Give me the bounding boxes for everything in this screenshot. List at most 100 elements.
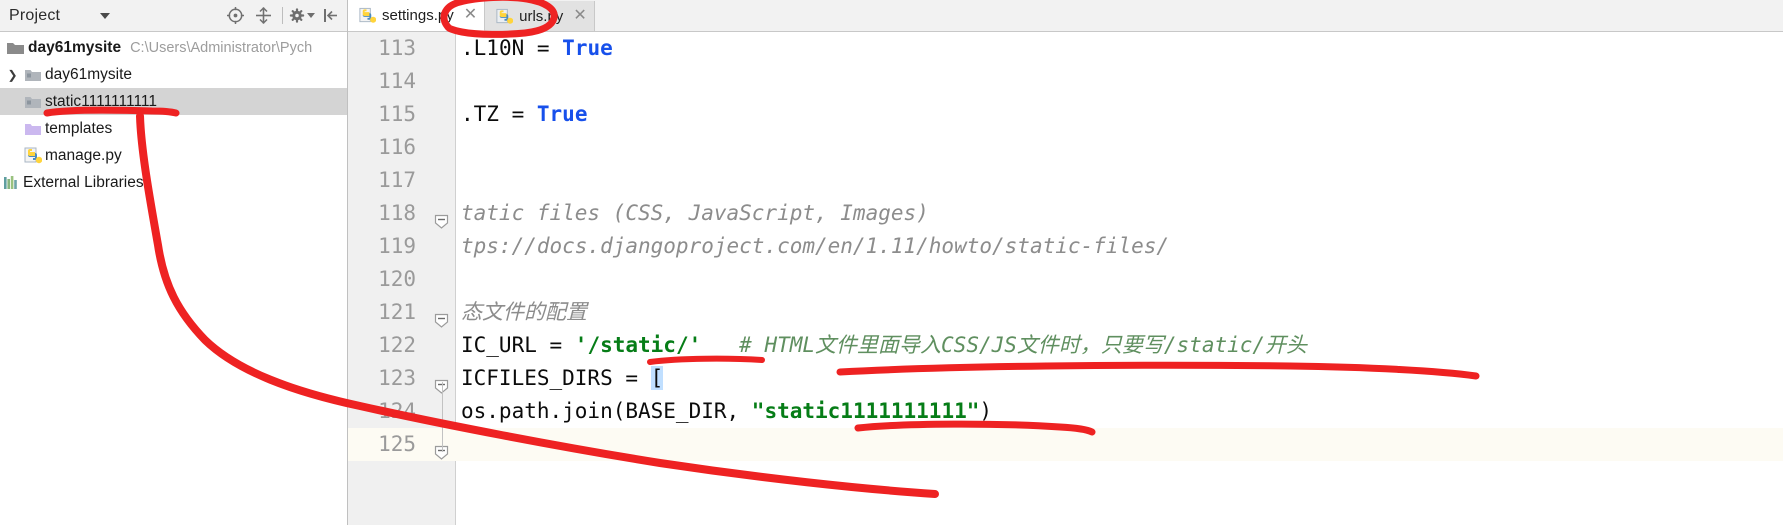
code-token: '/static/' bbox=[574, 333, 702, 357]
code-line[interactable]: 113 .L10N = True bbox=[348, 32, 1783, 65]
hide-panel-icon[interactable] bbox=[317, 3, 343, 29]
tree-row[interactable]: static1111111111 bbox=[0, 88, 347, 115]
tab-label: urls.py bbox=[519, 7, 564, 25]
line-number: 117 bbox=[378, 168, 416, 192]
fold-collapse-icon[interactable] bbox=[434, 206, 449, 229]
project-tree: day61mysite C:\Users\Administrator\Pych … bbox=[0, 32, 347, 196]
code-line[interactable]: 119 tps://docs.djangoproject.com/en/1.11/… bbox=[348, 230, 1783, 263]
line-number: 120 bbox=[378, 267, 416, 291]
tree-item-label: day61mysite bbox=[45, 65, 133, 83]
code-line[interactable]: 114 bbox=[348, 65, 1783, 98]
tree-item-path: C:\Users\Administrator\Pych bbox=[130, 39, 313, 56]
code-token: tatic files (CSS, JavaScript, Images) bbox=[461, 201, 929, 225]
code-token: = bbox=[536, 36, 563, 60]
code-line[interactable]: 125 bbox=[348, 428, 1783, 461]
code-token: # HTML文件里面导入CSS/JS文件时，只要写/static/开头 bbox=[739, 333, 1308, 357]
code-token: True bbox=[536, 102, 588, 126]
folder-module-icon bbox=[21, 67, 43, 83]
line-number: 122 bbox=[378, 333, 416, 357]
tab-settings-py[interactable]: settings.py ✕ bbox=[348, 0, 486, 31]
code-text: .TZ = True bbox=[461, 98, 587, 131]
code-text: os.path.join(BASE_DIR, "static1111111111… bbox=[461, 395, 992, 428]
code-editor[interactable]: 113 .L10N = True 114 115 .TZ = True 116 117 118… bbox=[348, 32, 1783, 525]
code-token: TZ bbox=[473, 102, 512, 126]
tree-row[interactable]: ❯ day61mysite bbox=[0, 61, 347, 88]
fold-guide-line bbox=[442, 382, 443, 452]
code-token: tps://docs.djangoproject.com/en/1.11/how… bbox=[461, 234, 1170, 258]
code-line[interactable]: 123 ICFILES_DIRS = [ bbox=[348, 362, 1783, 395]
code-token: . bbox=[461, 36, 474, 60]
project-panel-title: Project bbox=[9, 6, 61, 24]
settings-gear-icon[interactable] bbox=[289, 3, 315, 29]
python-file-icon bbox=[357, 7, 377, 24]
line-number: 125 bbox=[378, 432, 416, 456]
code-line[interactable]: 117 bbox=[348, 164, 1783, 197]
external-libraries-icon bbox=[2, 175, 21, 191]
tab-label: settings.py bbox=[382, 6, 454, 24]
tree-row[interactable]: templates bbox=[0, 115, 347, 142]
code-text: 态文件的配置 bbox=[461, 296, 587, 329]
toolbar-separator bbox=[282, 7, 283, 24]
folder-module-icon bbox=[21, 94, 43, 110]
code-line[interactable]: 124 os.path.join(BASE_DIR, "static1111111… bbox=[348, 395, 1783, 428]
collapse-all-icon[interactable] bbox=[250, 3, 276, 29]
code-line[interactable]: 118 tatic files (CSS, JavaScript, Images) bbox=[348, 197, 1783, 230]
locate-target-icon[interactable] bbox=[222, 3, 248, 29]
tree-item-label: templates bbox=[45, 119, 113, 137]
code-token: os.path.join(BASE_DIR, bbox=[461, 399, 752, 423]
folder-root-icon bbox=[4, 40, 26, 56]
tree-item-label: External Libraries bbox=[23, 173, 144, 191]
python-file-icon bbox=[494, 8, 514, 25]
code-lines: 113 .L10N = True 114 115 .TZ = True 116 117 118… bbox=[348, 32, 1783, 461]
project-toolbar-icons bbox=[222, 0, 343, 31]
code-line[interactable]: 122 IC_URL = '/static/' # HTML文件里面导入CSS/J… bbox=[348, 329, 1783, 362]
folder-templates-icon bbox=[21, 121, 43, 137]
code-token: L10N bbox=[473, 36, 537, 60]
project-view-chevron-down-icon[interactable] bbox=[100, 12, 111, 19]
code-token: IC_URL = bbox=[461, 333, 575, 357]
code-token: True bbox=[562, 36, 613, 60]
fold-collapse-icon[interactable] bbox=[434, 305, 449, 328]
code-token: ICFILES_DIRS = bbox=[461, 366, 651, 390]
code-text: tatic files (CSS, JavaScript, Images) bbox=[461, 197, 929, 230]
tree-row[interactable]: day61mysite C:\Users\Administrator\Pych bbox=[0, 34, 347, 61]
line-number: 114 bbox=[378, 69, 416, 93]
close-icon[interactable]: ✕ bbox=[573, 8, 586, 24]
code-line[interactable]: 115 .TZ = True bbox=[348, 98, 1783, 131]
code-token: [ bbox=[650, 366, 664, 390]
code-token: "static1111111111" bbox=[751, 399, 980, 423]
code-text: IC_URL = '/static/' # HTML文件里面导入CSS/JS文件… bbox=[461, 329, 1307, 362]
code-text: .L10N = True bbox=[461, 32, 613, 65]
line-number: 116 bbox=[378, 135, 416, 159]
tree-row[interactable]: External Libraries bbox=[0, 169, 347, 196]
code-token: = bbox=[511, 102, 537, 126]
tree-item-label: static1111111111 bbox=[45, 92, 158, 110]
tree-row[interactable]: manage.py bbox=[0, 142, 347, 169]
code-line[interactable]: 121 态文件的配置 bbox=[348, 296, 1783, 329]
line-number: 123 bbox=[378, 366, 416, 390]
pycharm-window: Project day61mysite C:\Users\Administrat… bbox=[0, 0, 1783, 525]
python-file-icon bbox=[21, 147, 43, 164]
line-number: 124 bbox=[378, 399, 416, 423]
tree-item-label: day61mysite bbox=[28, 38, 122, 56]
project-toolbar: Project bbox=[0, 0, 347, 32]
code-token: 态文件的配置 bbox=[461, 300, 587, 324]
code-token: . bbox=[461, 102, 474, 126]
chevron-right-icon[interactable]: ❯ bbox=[4, 68, 21, 82]
code-line[interactable]: 120 bbox=[348, 263, 1783, 296]
tree-item-label: manage.py bbox=[45, 146, 122, 164]
gear-chevron-down-icon[interactable] bbox=[307, 13, 315, 18]
line-number: 121 bbox=[378, 300, 416, 324]
code-text: ICFILES_DIRS = [ bbox=[461, 362, 664, 395]
close-icon[interactable]: ✕ bbox=[464, 7, 477, 23]
editor-area: settings.py ✕ urls.py ✕ 113 .L10N = True… bbox=[348, 0, 1783, 525]
editor-tab-bar: settings.py ✕ urls.py ✕ bbox=[348, 0, 1783, 32]
tab-urls-py[interactable]: urls.py ✕ bbox=[485, 1, 595, 31]
code-line[interactable]: 116 bbox=[348, 131, 1783, 164]
line-number: 113 bbox=[378, 36, 416, 60]
code-token: ) bbox=[979, 399, 993, 423]
code-text: tps://docs.djangoproject.com/en/1.11/how… bbox=[461, 230, 1169, 263]
line-number: 119 bbox=[378, 234, 416, 258]
project-tool-window: Project day61mysite C:\Users\Administrat… bbox=[0, 0, 348, 525]
